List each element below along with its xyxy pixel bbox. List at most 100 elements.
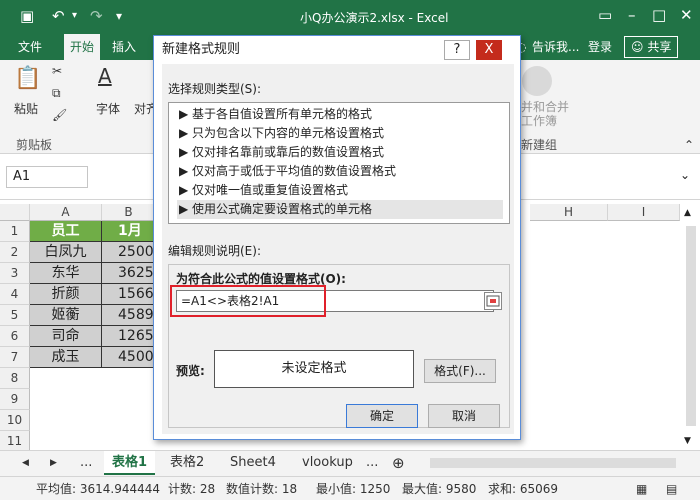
- table-cell[interactable]: 员工: [30, 221, 102, 242]
- minimize-icon[interactable]: –: [628, 6, 636, 24]
- share-label: 共享: [647, 40, 672, 54]
- sheet-tab-sheet4[interactable]: Sheet4: [222, 451, 284, 475]
- ok-button[interactable]: 确定: [346, 404, 418, 428]
- sheet-tab-2[interactable]: 表格2: [162, 451, 212, 475]
- cancel-button[interactable]: 取消: [428, 404, 500, 428]
- merge-workbooks-button[interactable]: 并和合并工作簿: [521, 100, 569, 128]
- table-cell[interactable]: 白凤九: [30, 242, 102, 263]
- sheet-nav-more[interactable]: ...: [72, 451, 100, 475]
- row-header[interactable]: 4: [0, 284, 30, 305]
- sheet-tab-vlookup[interactable]: vlookup: [294, 451, 361, 475]
- tab-file[interactable]: 文件: [12, 34, 48, 60]
- row-header[interactable]: 11: [0, 431, 30, 452]
- share-button[interactable]: ☺ 共享: [624, 36, 679, 58]
- table-cell[interactable]: 1月销: [102, 221, 156, 259]
- column-header-i[interactable]: I: [608, 204, 680, 221]
- column-header-h[interactable]: H: [530, 204, 608, 221]
- table-cell[interactable]: 3625: [102, 263, 156, 284]
- row-header[interactable]: 6: [0, 326, 30, 347]
- sheet-tab-bar: ◀ ▶ ... 表格1 表格2 Sheet4 vlookup ... ⊕: [0, 450, 700, 476]
- row-header[interactable]: 7: [0, 347, 30, 368]
- scroll-up-icon[interactable]: ▲: [684, 208, 696, 218]
- scroll-down-icon[interactable]: ▼: [684, 436, 696, 446]
- table-cell[interactable]: 1265: [102, 326, 156, 347]
- table-cell[interactable]: 1566: [102, 284, 156, 305]
- table-cell[interactable]: 东华: [30, 263, 102, 284]
- row-header[interactable]: 9: [0, 389, 30, 410]
- dialog-body: 选择规则类型(S): ▶ 基于各自值设置所有单元格的格式 ▶ 只为包含以下内容的…: [162, 64, 514, 434]
- select-all-corner[interactable]: [0, 204, 30, 221]
- customize-qat-icon[interactable]: ▾: [116, 6, 122, 26]
- maximize-icon[interactable]: □: [652, 6, 666, 24]
- collapse-dialog-icon[interactable]: [484, 292, 502, 310]
- rule-type-item[interactable]: ▶ 仅对排名靠前或靠后的数值设置格式: [177, 143, 503, 162]
- format-button[interactable]: 格式(F)...: [424, 359, 496, 383]
- rule-type-list: ▶ 基于各自值设置所有单元格的格式 ▶ 只为包含以下内容的单元格设置格式 ▶ 仅…: [168, 102, 510, 224]
- font-icon[interactable]: A: [98, 64, 112, 88]
- ribbon-display-icon[interactable]: ▭: [598, 6, 612, 24]
- table-cell[interactable]: 折颜: [30, 284, 102, 305]
- normal-view-icon[interactable]: ▦: [636, 477, 647, 501]
- status-bar: 平均值: 3614.944444 计数: 28 数值计数: 18 最小值: 12…: [0, 476, 700, 500]
- rule-type-item[interactable]: ▶ 仅对高于或低于平均值的数值设置格式: [177, 162, 503, 181]
- status-average: 平均值: 3614.944444: [36, 482, 161, 496]
- column-header-b[interactable]: B: [102, 204, 156, 221]
- edit-rule-desc-label: 编辑规则说明(E):: [168, 244, 261, 258]
- row-header[interactable]: 5: [0, 305, 30, 326]
- undo-dropdown-icon[interactable]: ▾: [72, 6, 77, 26]
- highlight-box: [170, 285, 326, 317]
- rule-type-item[interactable]: ▶ 基于各自值设置所有单元格的格式: [177, 105, 503, 124]
- format-painter-icon[interactable]: 🖌: [52, 108, 67, 122]
- copy-icon[interactable]: ⧉: [52, 86, 61, 101]
- window-title: 小Q办公演示2.xlsx - Excel: [300, 11, 449, 25]
- table-cell[interactable]: 2500: [102, 242, 156, 263]
- rule-type-item[interactable]: ▶ 仅对唯一值或重复值设置格式: [177, 181, 503, 200]
- status-min: 最小值: 1250: [316, 482, 391, 496]
- help-button[interactable]: ?: [444, 40, 470, 60]
- tab-home[interactable]: 开始: [64, 34, 101, 60]
- table-cell[interactable]: 4500: [102, 347, 156, 368]
- row-header[interactable]: 1: [0, 221, 30, 242]
- save-icon[interactable]: ▣: [20, 6, 34, 26]
- expand-formula-icon[interactable]: ⌄: [680, 168, 690, 182]
- status-sum: 求和: 65069: [488, 482, 559, 496]
- column-header-a[interactable]: A: [30, 204, 102, 221]
- sheet-tab-1[interactable]: 表格1: [104, 451, 156, 475]
- user-icon: ☺: [631, 40, 648, 54]
- undo-icon[interactable]: ↶: [52, 6, 65, 26]
- paste-icon[interactable]: 📋: [14, 66, 41, 91]
- tell-me-search[interactable]: 告诉我...: [526, 34, 585, 60]
- horizontal-scrollbar[interactable]: [430, 458, 676, 468]
- redo-icon[interactable]: ↷: [90, 6, 103, 26]
- status-max: 最大值: 9580: [402, 482, 477, 496]
- name-box[interactable]: A1: [6, 166, 88, 188]
- page-layout-icon[interactable]: ▤: [666, 477, 677, 501]
- paste-button[interactable]: 粘贴: [14, 100, 38, 117]
- preview-box: 未设定格式: [214, 350, 414, 388]
- close-icon[interactable]: ✕: [680, 6, 693, 24]
- login-link[interactable]: 登录: [582, 34, 618, 60]
- clipboard-group-label: 剪贴板: [16, 138, 53, 152]
- next-sheet-icon[interactable]: ▶: [42, 451, 65, 475]
- tab-insert[interactable]: 插入: [106, 34, 142, 60]
- table-cell[interactable]: 4589: [102, 305, 156, 326]
- add-sheet-button[interactable]: ⊕: [384, 451, 413, 475]
- merge-icon[interactable]: [522, 66, 552, 96]
- cut-icon[interactable]: ✂: [52, 64, 62, 78]
- sheet-more[interactable]: ...: [358, 451, 386, 475]
- vertical-scrollbar[interactable]: [686, 226, 696, 426]
- font-group-button[interactable]: 字体: [96, 100, 120, 117]
- row-header[interactable]: 2: [0, 242, 30, 263]
- rule-type-item-selected[interactable]: ▶ 使用公式确定要设置格式的单元格: [177, 200, 503, 219]
- table-cell[interactable]: 成玉: [30, 347, 102, 368]
- status-numeric-count: 数值计数: 18: [226, 482, 298, 496]
- row-header[interactable]: 3: [0, 263, 30, 284]
- collapse-ribbon-icon[interactable]: ⌃: [684, 138, 694, 152]
- row-header[interactable]: 8: [0, 368, 30, 389]
- dialog-close-button[interactable]: X: [476, 40, 502, 60]
- table-cell[interactable]: 姬蘅: [30, 305, 102, 326]
- row-header[interactable]: 10: [0, 410, 30, 431]
- table-cell[interactable]: 司命: [30, 326, 102, 347]
- rule-type-item[interactable]: ▶ 只为包含以下内容的单元格设置格式: [177, 124, 503, 143]
- prev-sheet-icon[interactable]: ◀: [14, 451, 37, 475]
